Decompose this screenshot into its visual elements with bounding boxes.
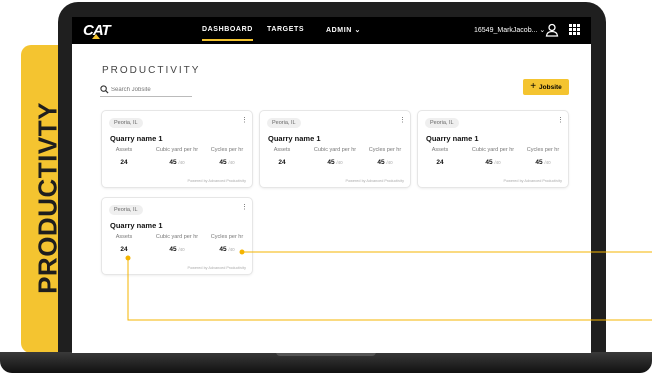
nav-admin[interactable]: ADMIN ⌄ <box>326 26 361 34</box>
cycles-column: Cycles per hr 45 /40 <box>526 147 560 166</box>
search-icon <box>100 85 109 94</box>
cubic-yard-column: Cubic yard per hr 45 /40 <box>155 147 199 166</box>
user-icon[interactable] <box>545 23 559 37</box>
assets-column: Assets 24 <box>115 234 133 253</box>
more-options-icon[interactable]: ⋮ <box>241 117 248 124</box>
search-input[interactable] <box>111 84 191 95</box>
cycles-column: Cycles per hr 45 /40 <box>368 147 402 166</box>
assets-column: Assets 24 <box>431 147 449 166</box>
powered-by-text: Powered by Advanced Productivity <box>187 266 246 270</box>
quarry-name: Quarry name 1 <box>110 134 163 143</box>
powered-by-text: Powered by Advanced Productivity <box>503 179 562 183</box>
jobsite-card[interactable]: Peoria, IL ⋮ Quarry name 1 Assets 24 Cub… <box>102 111 252 187</box>
cat-logo[interactable]: CAT <box>83 22 111 39</box>
logo-triangle-icon <box>92 34 100 39</box>
more-options-icon[interactable]: ⋮ <box>241 204 248 211</box>
jobsite-card[interactable]: Peoria, IL ⋮ Quarry name 1 Assets 24 Cub… <box>102 198 252 274</box>
more-options-icon[interactable]: ⋮ <box>557 117 564 124</box>
location-chip: Peoria, IL <box>425 118 459 128</box>
powered-by-text: Powered by Advanced Productivity <box>345 179 404 183</box>
nav-targets[interactable]: TARGETS <box>267 26 304 33</box>
jobsite-card[interactable]: Peoria, IL ⋮ Quarry name 1 Assets 24 Cub… <box>418 111 568 187</box>
cycles-column: Cycles per hr 45 /40 <box>210 234 244 253</box>
quarry-name: Quarry name 1 <box>268 134 321 143</box>
search-box <box>100 84 192 97</box>
cubic-yard-column: Cubic yard per hr 45 /40 <box>155 234 199 253</box>
location-chip: Peoria, IL <box>267 118 301 128</box>
cubic-yard-column: Cubic yard per hr 45 /40 <box>471 147 515 166</box>
page-title: PRODUCTIVITY <box>102 65 201 76</box>
cycles-column: Cycles per hr 45 /40 <box>210 147 244 166</box>
quarry-name: Quarry name 1 <box>426 134 479 143</box>
quarry-name: Quarry name 1 <box>110 221 163 230</box>
more-options-icon[interactable]: ⋮ <box>399 117 406 124</box>
assets-column: Assets 24 <box>273 147 291 166</box>
location-chip: Peoria, IL <box>109 118 143 128</box>
apps-grid-icon[interactable] <box>569 24 580 35</box>
cubic-yard-column: Cubic yard per hr 45 /40 <box>313 147 357 166</box>
nav-dashboard[interactable]: DASHBOARD <box>202 26 253 41</box>
add-jobsite-button[interactable]: + Jobsite <box>523 79 569 95</box>
app-screen: CAT DASHBOARD TARGETS ADMIN ⌄ 16549_Mark… <box>72 17 591 353</box>
top-nav: CAT DASHBOARD TARGETS ADMIN ⌄ 16549_Mark… <box>72 17 591 44</box>
location-chip: Peoria, IL <box>109 205 143 215</box>
assets-column: Assets 24 <box>115 147 133 166</box>
powered-by-text: Powered by Advanced Productivity <box>187 179 246 183</box>
user-menu[interactable]: 16549_MarkJacob... ⌄ <box>474 26 545 34</box>
plus-icon: + <box>530 81 537 92</box>
jobsite-card[interactable]: Peoria, IL ⋮ Quarry name 1 Assets 24 Cub… <box>260 111 410 187</box>
